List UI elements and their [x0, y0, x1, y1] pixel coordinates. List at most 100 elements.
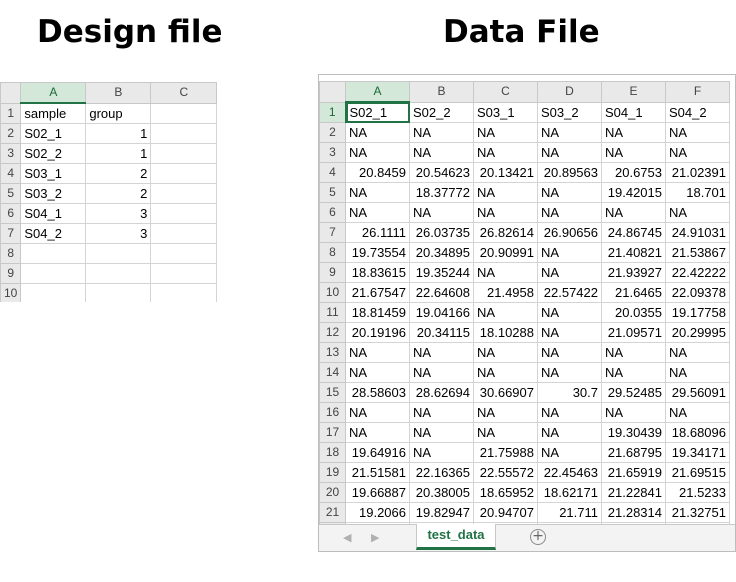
column-header[interactable]: B [85, 82, 152, 104]
row-header[interactable]: 8 [319, 242, 346, 263]
cell[interactable]: 2 [85, 183, 152, 204]
row-header[interactable]: 9 [319, 262, 346, 283]
cell[interactable]: NA [601, 402, 666, 423]
active-cell[interactable]: S02_1 [345, 101, 410, 123]
cell[interactable]: NA [409, 142, 474, 163]
cell[interactable]: NA [409, 442, 474, 463]
row-header[interactable]: 10 [0, 283, 22, 302]
cell[interactable]: NA [601, 342, 666, 363]
cell[interactable]: 19.34171 [665, 442, 730, 463]
row-header[interactable]: 5 [0, 183, 22, 204]
cell[interactable]: 21.40821 [601, 242, 666, 263]
cell[interactable]: NA [537, 242, 602, 263]
cell[interactable]: 21.65919 [601, 462, 666, 483]
row-header[interactable]: 11 [319, 302, 346, 323]
cell[interactable]: NA [665, 342, 730, 363]
cell[interactable]: 22.64608 [409, 282, 474, 303]
cell[interactable]: NA [473, 402, 538, 423]
row-header[interactable]: 19 [319, 462, 346, 483]
cell[interactable]: 29.56091 [665, 382, 730, 403]
row-header[interactable]: 4 [319, 162, 346, 183]
cell[interactable]: NA [537, 362, 602, 383]
cell[interactable]: 22.57422 [537, 282, 602, 303]
cell[interactable]: NA [345, 142, 410, 163]
column-header[interactable]: A [20, 82, 87, 104]
row-header[interactable]: 18 [319, 442, 346, 463]
cell[interactable]: 22.16365 [409, 462, 474, 483]
cell[interactable]: NA [537, 442, 602, 463]
cell[interactable]: NA [473, 202, 538, 223]
cell[interactable]: NA [601, 202, 666, 223]
row-header[interactable]: 9 [0, 263, 22, 284]
cell[interactable]: NA [537, 142, 602, 163]
row-header[interactable]: 8 [0, 243, 22, 264]
cell[interactable]: 26.03735 [409, 222, 474, 243]
cell[interactable]: NA [665, 142, 730, 163]
cell[interactable]: NA [409, 122, 474, 143]
row-header[interactable]: 5 [319, 182, 346, 203]
cell[interactable]: 1 [85, 143, 152, 164]
row-header[interactable]: 4 [0, 163, 22, 184]
cell[interactable] [150, 183, 218, 204]
cell[interactable]: 21.68795 [601, 442, 666, 463]
column-header[interactable]: C [473, 81, 538, 103]
cell[interactable] [85, 243, 152, 264]
column-header[interactable]: C [150, 82, 218, 104]
cell[interactable]: 21.93927 [601, 262, 666, 283]
cell[interactable]: NA [601, 362, 666, 383]
sheet-tab-test-data[interactable]: test_data [416, 524, 496, 550]
column-header[interactable]: F [665, 81, 730, 103]
cell[interactable]: NA [601, 122, 666, 143]
cell[interactable]: 26.82614 [473, 222, 538, 243]
cell[interactable]: 26.1111 [345, 222, 410, 243]
cell[interactable]: 18.62171 [537, 482, 602, 503]
cell[interactable]: 19.42015 [601, 182, 666, 203]
cell[interactable]: 20.13421 [473, 162, 538, 183]
cell[interactable]: 21.67547 [345, 282, 410, 303]
cell[interactable]: 28.58603 [345, 382, 410, 403]
cell[interactable]: 22.42222 [665, 262, 730, 283]
cell[interactable]: 29.52485 [601, 382, 666, 403]
row-header[interactable]: 1 [0, 102, 22, 124]
row-header[interactable]: 10 [319, 282, 346, 303]
cell[interactable]: NA [409, 342, 474, 363]
cell[interactable]: NA [345, 422, 410, 443]
column-header[interactable]: B [409, 81, 474, 103]
cell[interactable]: NA [345, 402, 410, 423]
cell[interactable]: 28.62694 [409, 382, 474, 403]
cell[interactable]: NA [665, 202, 730, 223]
cell[interactable]: 21.69515 [665, 462, 730, 483]
cell[interactable]: NA [537, 202, 602, 223]
cell[interactable]: 21.5233 [665, 482, 730, 503]
cell[interactable]: S02_2 [409, 101, 474, 123]
cell[interactable]: NA [345, 202, 410, 223]
row-header[interactable]: 7 [0, 223, 22, 244]
cell[interactable]: 30.7 [537, 382, 602, 403]
cell[interactable]: NA [473, 122, 538, 143]
cell[interactable]: 1 [85, 123, 152, 144]
cell[interactable]: 30.66907 [473, 382, 538, 403]
cell[interactable]: NA [601, 142, 666, 163]
cell[interactable]: 19.82947 [409, 502, 474, 523]
cell[interactable]: 19.35244 [409, 262, 474, 283]
cell[interactable]: S03_2 [20, 183, 87, 204]
cell[interactable]: 19.30439 [601, 422, 666, 443]
cell[interactable]: 24.86745 [601, 222, 666, 243]
cell[interactable] [150, 283, 218, 302]
cell[interactable]: NA [665, 402, 730, 423]
cell[interactable]: 20.94707 [473, 502, 538, 523]
cell[interactable]: 18.701 [665, 182, 730, 203]
cell[interactable] [150, 203, 218, 224]
select-all-corner[interactable] [319, 81, 346, 103]
cell[interactable]: 21.711 [537, 502, 602, 523]
cell[interactable]: 20.19196 [345, 322, 410, 343]
cell[interactable]: 20.34115 [409, 322, 474, 343]
cell[interactable]: 21.53867 [665, 242, 730, 263]
cell[interactable]: S03_1 [20, 163, 87, 184]
row-header[interactable]: 2 [319, 122, 346, 143]
next-sheet-icon[interactable]: ▶ [371, 531, 379, 544]
row-header[interactable]: 21 [319, 502, 346, 523]
row-header[interactable]: 17 [319, 422, 346, 443]
column-header[interactable]: E [601, 81, 666, 103]
cell[interactable]: S04_1 [20, 203, 87, 224]
